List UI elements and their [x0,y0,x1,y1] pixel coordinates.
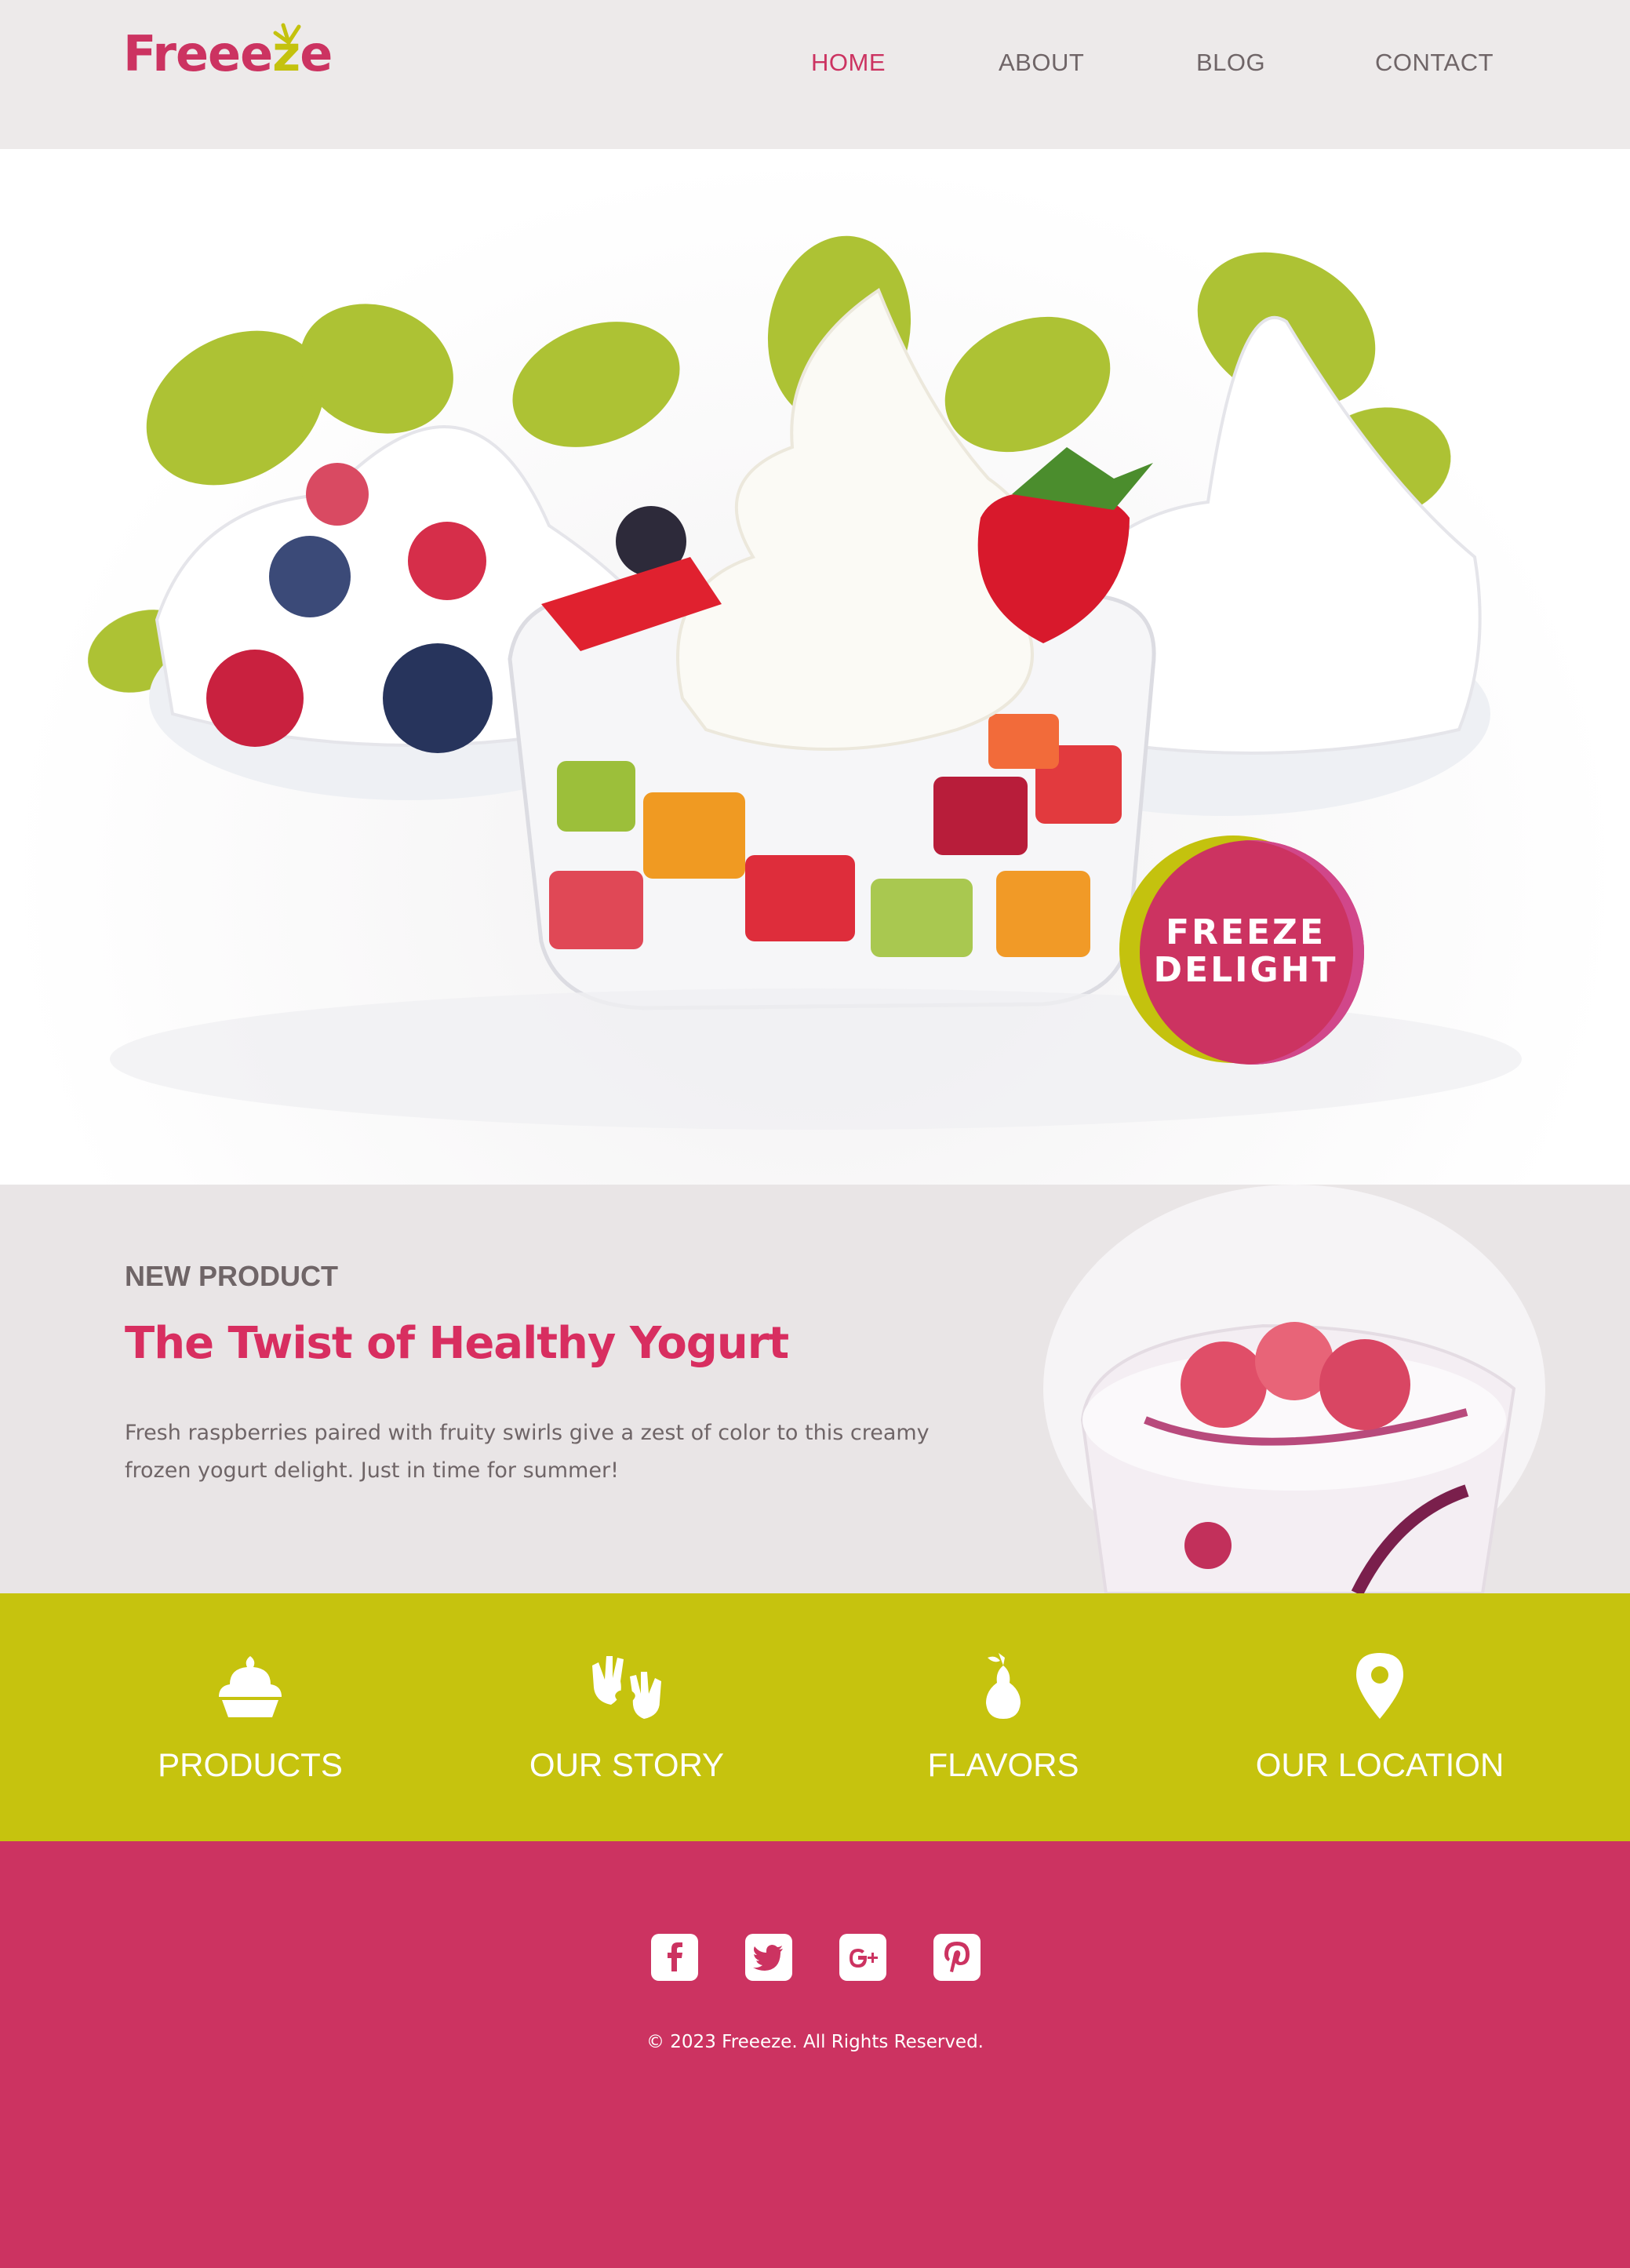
new-product-eyebrow: NEW PRODUCT [125,1260,338,1292]
twitter-icon[interactable] [745,1934,792,1981]
badge-line-1: FREEZE [1165,912,1326,952]
map-pin-icon [1356,1653,1403,1719]
pear-icon [986,1653,1021,1719]
nav-home[interactable]: HOME [811,49,886,77]
hero-banner: FREEZE DELIGHT [0,149,1630,1185]
feature-strip: PRODUCTS OUR STORY FLAVORS OUR LOCATION [0,1593,1630,1841]
new-product-description: Fresh raspberries paired with fruity swi… [125,1421,930,1483]
raspberry-yogurt-image [1043,1185,1545,1593]
nav-blog[interactable]: BLOG [1196,49,1265,77]
badge-line-2: DELIGHT [1153,950,1338,990]
pinterest-icon[interactable] [933,1934,981,1981]
hero-yogurt-image [88,235,1522,1130]
main-nav: HOME ABOUT BLOG CONTACT [0,49,1630,80]
hands-heart-icon [592,1656,661,1719]
feature-flavors[interactable]: FLAVORS [846,1593,1160,1841]
feature-label-products: PRODUCTS [158,1746,343,1783]
copyright-text: © 2023 Freeeze. All Rights Reserved. [646,2032,984,2052]
feature-label-our-location: OUR LOCATION [1255,1746,1504,1783]
site-footer: © 2023 Freeeze. All Rights Reserved. [0,1841,1630,2268]
freeze-delight-badge: FREEZE DELIGHT [1119,835,1364,1080]
feature-label-our-story: OUR STORY [529,1746,725,1783]
facebook-icon[interactable] [651,1934,698,1981]
new-product-title: The Twist of Healthy Yogurt [125,1318,789,1369]
new-product-section: NEW PRODUCT The Twist of Healthy Yogurt … [0,1185,1630,1593]
feature-label-flavors: FLAVORS [927,1746,1079,1783]
cupcake-icon [219,1656,282,1717]
feature-our-location[interactable]: OUR LOCATION [1223,1593,1537,1841]
feature-our-story[interactable]: OUR STORY [470,1593,784,1841]
logo-sprout-icon [273,23,301,44]
google-plus-icon[interactable] [839,1934,886,1981]
nav-contact[interactable]: CONTACT [1375,49,1494,77]
feature-products[interactable]: PRODUCTS [93,1593,407,1841]
nav-about[interactable]: ABOUT [999,49,1084,77]
site-header: Freeeze HOME ABOUT BLOG CONTACT [0,0,1630,149]
